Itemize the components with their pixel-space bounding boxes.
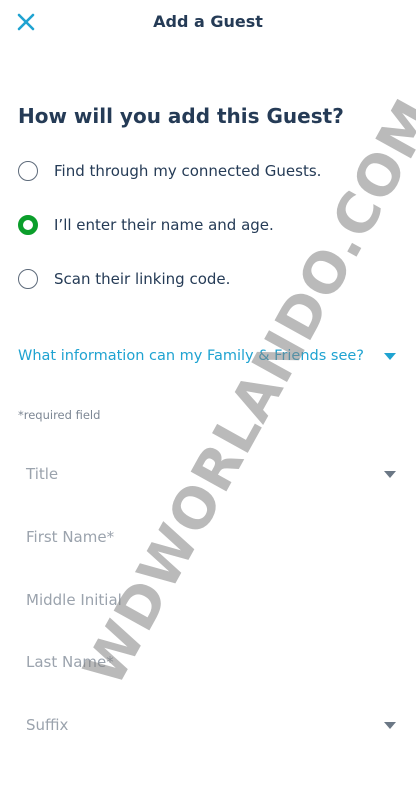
faq-expander[interactable]: What information can my Family & Friends… (18, 345, 398, 367)
chevron-down-icon[interactable] (384, 721, 396, 729)
option-label: Find through my connected Guests. (54, 162, 322, 180)
required-field-note: *required field (18, 408, 101, 422)
question-heading: How will you add this Guest? (18, 104, 344, 128)
radio-button[interactable] (18, 269, 38, 289)
option-connected-guests[interactable]: Find through my connected Guests. (18, 157, 398, 185)
title-select[interactable]: Title (18, 454, 398, 494)
header-bar: Add a Guest (0, 0, 416, 46)
radio-button[interactable] (18, 161, 38, 181)
first-name-field[interactable]: First Name* (18, 517, 398, 557)
middle-initial-placeholder: Middle Initial (26, 591, 122, 609)
chevron-down-icon[interactable] (384, 352, 396, 360)
option-label: I’ll enter their name and age. (54, 216, 274, 234)
faq-link[interactable]: What information can my Family & Friends… (18, 348, 364, 364)
page-title: Add a Guest (153, 12, 263, 31)
last-name-field[interactable]: Last Name* (18, 642, 398, 682)
suffix-placeholder: Suffix (26, 716, 69, 734)
last-name-placeholder: Last Name* (26, 653, 114, 671)
first-name-placeholder: First Name* (26, 528, 115, 546)
option-scan-linking-code[interactable]: Scan their linking code. (18, 265, 398, 293)
title-placeholder: Title (26, 465, 59, 483)
radio-button-selected[interactable] (18, 215, 38, 235)
middle-initial-field[interactable]: Middle Initial (18, 580, 398, 620)
suffix-select[interactable]: Suffix (18, 705, 398, 745)
option-label: Scan their linking code. (54, 270, 231, 288)
option-enter-name-age[interactable]: I’ll enter their name and age. (18, 211, 398, 239)
chevron-down-icon[interactable] (384, 470, 396, 478)
